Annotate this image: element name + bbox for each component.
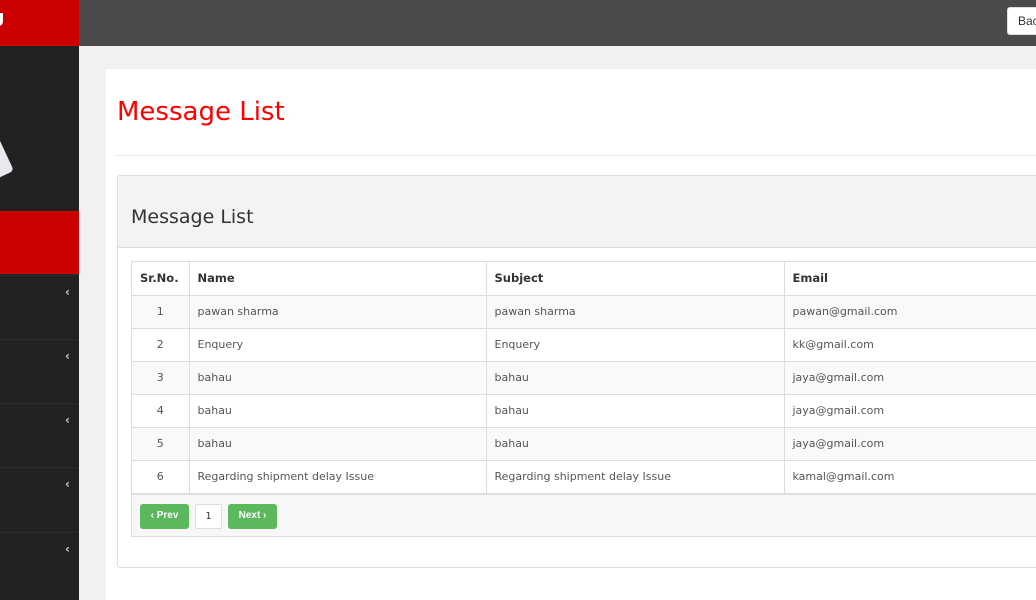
cell-email: jaya@gmail.com xyxy=(783,426,1036,461)
table-row: 3 bahau bahau jaya@gmail.com xyxy=(132,360,1036,395)
column-header-sr-no: Sr.No. xyxy=(132,262,190,296)
table-row: 1 pawan sharma pawan sharma pawan@gmail.… xyxy=(132,295,1036,329)
cell-sr-no: 2 xyxy=(132,327,190,362)
cell-name: Regarding shipment delay Issue xyxy=(188,459,487,494)
cell-email: kk@gmail.com xyxy=(783,327,1036,362)
message-table: Sr.No. Name Subject Email 1 pawan sharma… xyxy=(132,262,1036,494)
pagination: ‹ Prev 1 Next › xyxy=(132,493,1036,536)
sidebar-menu-item[interactable]: ‹ xyxy=(0,467,79,531)
chevron-left-icon: ‹ xyxy=(65,413,70,427)
cell-sr-no: 5 xyxy=(132,426,190,461)
chevron-left-icon: ‹ xyxy=(65,477,70,491)
table-row: 4 bahau bahau jaya@gmail.com xyxy=(132,393,1036,428)
chevron-left-icon: ‹ xyxy=(65,349,70,363)
cell-sr-no: 3 xyxy=(132,360,190,395)
logo-text: U xyxy=(0,10,6,31)
sidebar-menu-item[interactable]: ‹ xyxy=(0,275,79,339)
sidebar: ‹ ‹ ‹ ‹ ‹ xyxy=(0,46,79,600)
cell-name: Enquery xyxy=(188,327,487,362)
cell-email: jaya@gmail.com xyxy=(783,360,1036,395)
sidebar-menu-item[interactable]: ‹ xyxy=(0,339,79,403)
cell-subject: bahau xyxy=(485,426,785,461)
cell-subject: Regarding shipment delay Issue xyxy=(485,459,785,494)
cell-sr-no: 4 xyxy=(132,393,190,428)
prev-page-button[interactable]: ‹ Prev xyxy=(140,503,189,529)
cell-name: bahau xyxy=(188,393,487,428)
cell-name: bahau xyxy=(188,360,487,395)
top-navbar xyxy=(79,0,1036,46)
cell-subject: bahau xyxy=(485,393,785,428)
message-list-card: Message List Sr.No. Name Subject Email 1… xyxy=(117,175,1036,568)
sidebar-menu-item[interactable]: ‹ xyxy=(0,532,79,596)
back-button[interactable]: Back xyxy=(1007,7,1036,35)
cell-name: pawan sharma xyxy=(188,295,487,329)
cell-email: kamal@gmail.com xyxy=(783,459,1036,494)
chevron-left-icon: ‹ xyxy=(65,542,70,556)
logo[interactable]: U xyxy=(0,0,79,46)
cell-subject: bahau xyxy=(485,360,785,395)
column-header-name: Name xyxy=(188,262,487,296)
page-title: Message List xyxy=(117,97,285,127)
cell-subject: Enquery xyxy=(485,327,785,362)
cell-email: pawan@gmail.com xyxy=(783,295,1036,329)
cell-name: bahau xyxy=(188,426,487,461)
user-avatar xyxy=(0,138,14,186)
cell-email: jaya@gmail.com xyxy=(783,393,1036,428)
table-header-row: Sr.No. Name Subject Email xyxy=(132,262,1036,296)
table-wrapper: Sr.No. Name Subject Email 1 pawan sharma… xyxy=(131,261,1036,537)
table-row: 6 Regarding shipment delay Issue Regardi… xyxy=(132,459,1036,494)
divider xyxy=(115,155,1036,156)
cell-subject: pawan sharma xyxy=(485,295,785,329)
table-row: 5 bahau bahau jaya@gmail.com xyxy=(132,426,1036,461)
next-page-button[interactable]: Next › xyxy=(228,503,277,529)
page-number-button[interactable]: 1 xyxy=(195,503,222,529)
sidebar-item-active[interactable] xyxy=(0,211,79,274)
column-header-subject: Subject xyxy=(485,262,785,296)
sidebar-menu-item[interactable]: ‹ xyxy=(0,403,79,467)
card-title: Message List xyxy=(118,176,1036,248)
chevron-left-icon: ‹ xyxy=(65,285,70,299)
cell-sr-no: 1 xyxy=(132,295,190,329)
column-header-email: Email xyxy=(783,262,1036,296)
cell-sr-no: 6 xyxy=(132,459,190,494)
table-row: 2 Enquery Enquery kk@gmail.com xyxy=(132,327,1036,362)
